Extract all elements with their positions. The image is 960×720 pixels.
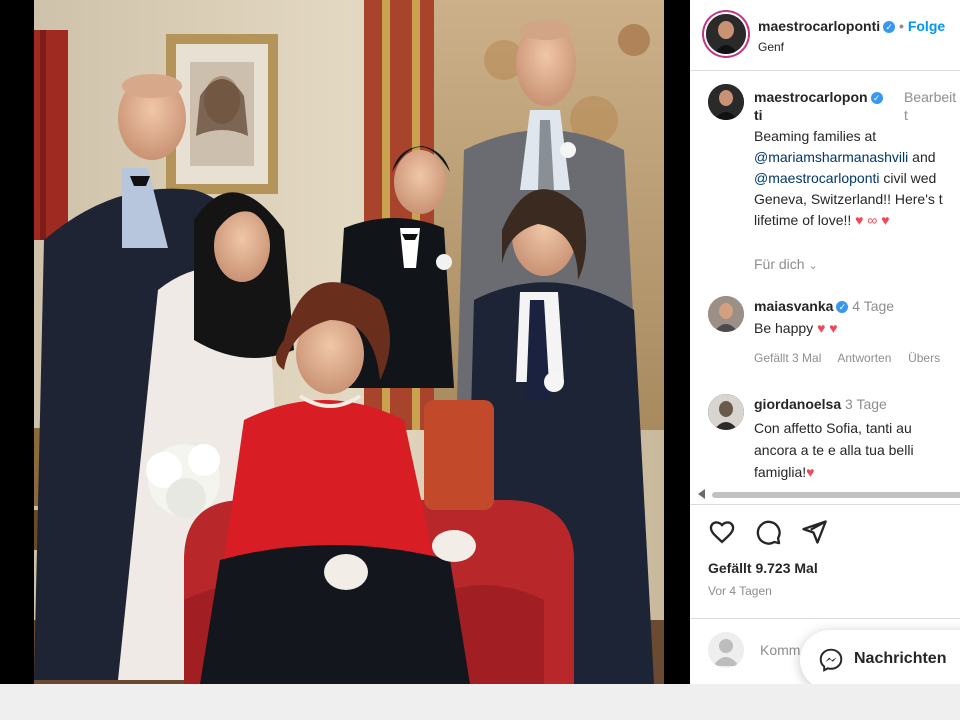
caption-line: @mariamsharmanashvili and (754, 147, 960, 168)
author-avatar[interactable] (706, 14, 746, 54)
comments-divider (690, 504, 960, 505)
header-dot: • (899, 18, 904, 34)
scroll-left-arrow-icon[interactable] (698, 489, 705, 499)
translate-toggle[interactable]: Für dich ⌄ (754, 255, 818, 275)
chevron-down-icon: ⌄ (808, 260, 818, 272)
post-side-panel: maestrocarloponti ✓ • Folge Genf maestroc… (690, 0, 960, 684)
caption-fragment: and (908, 149, 936, 165)
comment-line: famiglia!♥ (754, 461, 914, 483)
post-author[interactable]: maestrocarloponti ✓ • Folge (758, 17, 945, 35)
translate-label[interactable]: Für dich (754, 256, 805, 272)
comment-line: ancora a te e alla tua belli (754, 442, 914, 458)
messages-button[interactable]: Nachrichten (800, 630, 960, 690)
caption-line: lifetime of love!! ♥ ∞ ♥ (754, 210, 960, 231)
messenger-icon (819, 648, 843, 672)
follow-button[interactable]: Folge (908, 18, 945, 34)
viewer-border-left (0, 0, 34, 684)
commenter-avatar[interactable] (708, 296, 744, 332)
comment-header: maiasvanka ✓ 4 Tage (754, 297, 894, 315)
caption-edited-label: Bearbeit (904, 89, 957, 105)
viewer-border-right (664, 0, 690, 684)
verified-badge-icon: ✓ (883, 21, 896, 33)
comment-text: Be happy ♥ ♥ (754, 319, 838, 337)
verified-badge-icon: ✓ (836, 301, 849, 313)
caption-line: Geneva, Switzerland!! Here's t (754, 191, 943, 207)
heart-outline-icon (709, 521, 735, 544)
mention-link[interactable]: @mariamsharmanashvili (754, 149, 908, 165)
family-photo-illustration (34, 0, 664, 684)
comment-input[interactable]: Komm (760, 641, 800, 659)
messages-label[interactable]: Nachrichten (854, 650, 946, 668)
viewer-avatar (708, 632, 744, 668)
likes-count[interactable]: Gefällt 9.723 Mal (708, 559, 818, 577)
caption-line: @maestrocarloponti civil wed (754, 168, 960, 189)
composer-divider (690, 618, 960, 619)
bottom-band (0, 684, 960, 720)
caption-edited-label-wrap: t (904, 107, 908, 123)
caption-author-name[interactable]: maestrocarlopon (754, 89, 868, 105)
heart-infinity-emoji: ♥ ∞ ♥ (855, 212, 890, 228)
heart-emoji: ♥ ♥ (817, 320, 838, 336)
post-photo[interactable] (34, 0, 664, 684)
comment-fragment: famiglia! (754, 464, 807, 480)
scrollbar-thumb[interactable] (712, 492, 960, 498)
header-divider (690, 70, 960, 71)
caption-author[interactable]: maestrocarlopon ✓ (754, 88, 883, 106)
comment-text: Con affetto Sofia, tanti au ancora a te … (754, 417, 914, 483)
caption-fragment: civil wed (879, 170, 937, 186)
comment-bubble-icon (756, 520, 781, 545)
like-button[interactable] (708, 518, 738, 548)
comment-button[interactable] (754, 518, 784, 548)
caption-author-name-wrap[interactable]: ti (754, 106, 763, 124)
comment-body: Be happy (754, 320, 814, 336)
share-button[interactable] (800, 518, 830, 548)
post-time[interactable]: Vor 4 Tagen (708, 582, 772, 600)
caption-line: Beaming families at (754, 128, 877, 144)
paper-plane-icon (802, 520, 827, 544)
comment-line: Con affetto Sofia, tanti au (754, 420, 912, 436)
post-location[interactable]: Genf (758, 38, 784, 56)
comment-username[interactable]: giordanoelsa (754, 396, 841, 412)
comment-age[interactable]: 3 Tage (845, 396, 887, 412)
comment-actions: Gefällt 3 Mal Antworten Übers (754, 349, 940, 367)
caption-text: Beaming families at @mariamsharmanashvil… (754, 126, 960, 231)
post-author-name[interactable]: maestrocarloponti (758, 18, 880, 34)
horizontal-scrollbar[interactable] (698, 489, 960, 500)
reply-button[interactable]: Antworten (837, 351, 891, 365)
comment-username[interactable]: maiasvanka (754, 298, 833, 314)
caption-fragment: lifetime of love!! (754, 212, 852, 228)
translate-comment-button[interactable]: Übers (908, 351, 940, 365)
comment-age[interactable]: 4 Tage (852, 298, 894, 314)
caption-author-avatar[interactable] (708, 84, 744, 120)
comment-header: giordanoelsa 3 Tage (754, 395, 887, 413)
verified-badge-icon: ✓ (870, 92, 883, 104)
commenter-avatar[interactable] (708, 394, 744, 430)
comment-likes[interactable]: Gefällt 3 Mal (754, 351, 821, 365)
heart-emoji: ♥ (806, 464, 815, 480)
mention-link[interactable]: @maestrocarloponti (754, 170, 880, 186)
